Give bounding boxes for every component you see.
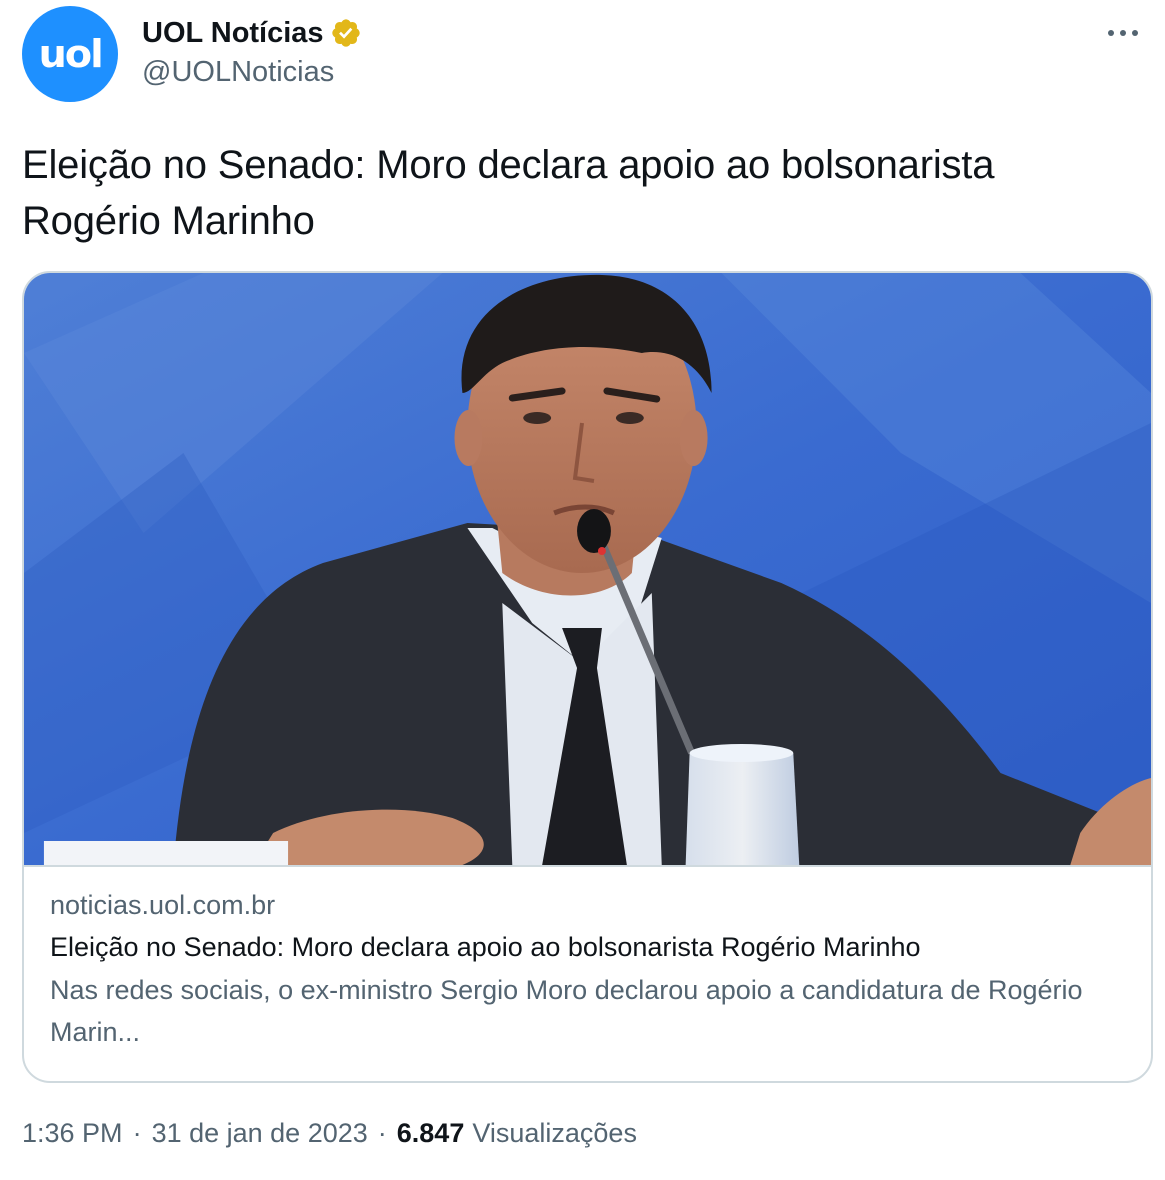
press-conference-photo xyxy=(24,273,1151,865)
more-options-button[interactable] xyxy=(1103,18,1143,48)
link-card[interactable]: noticias.uol.com.br Eleição no Senado: M… xyxy=(22,271,1153,1083)
views-count[interactable]: 6.847 xyxy=(397,1118,465,1149)
tweet-meta: 1:36 PM · 31 de jan de 2023 · 6.847 Visu… xyxy=(22,1118,637,1149)
meta-separator: · xyxy=(377,1118,387,1148)
name-row: UOL Notícias xyxy=(142,16,362,50)
card-title: Eleição no Senado: Moro declara apoio ao… xyxy=(50,932,921,962)
handle[interactable]: @UOLNoticias xyxy=(142,56,362,89)
author-info: UOL Notícias @UOLNoticias xyxy=(142,16,362,89)
tweet-time[interactable]: 1:36 PM xyxy=(22,1118,123,1149)
views-label[interactable]: Visualizações xyxy=(472,1118,637,1149)
card-divider xyxy=(24,865,1151,867)
card-image[interactable] xyxy=(24,273,1151,865)
more-horizontal-icon xyxy=(1108,30,1138,36)
display-name[interactable]: UOL Notícias xyxy=(142,17,324,50)
meta-separator: · xyxy=(132,1118,142,1148)
card-body[interactable]: noticias.uol.com.br Eleição no Senado: M… xyxy=(50,885,1130,1053)
tweet-date[interactable]: 31 de jan de 2023 xyxy=(152,1118,368,1149)
tweet-text: Eleição no Senado: Moro declara apoio ao… xyxy=(22,143,995,243)
card-domain: noticias.uol.com.br xyxy=(50,890,276,920)
tweet: uol UOL Notícias @UOLNoticias Eleição no… xyxy=(0,0,1165,1180)
avatar[interactable]: uol xyxy=(22,6,118,102)
uol-logo: uol xyxy=(38,32,103,76)
verified-badge-icon[interactable] xyxy=(330,17,362,49)
card-description: Nas redes sociais, o ex-ministro Sergio … xyxy=(50,975,1083,1047)
